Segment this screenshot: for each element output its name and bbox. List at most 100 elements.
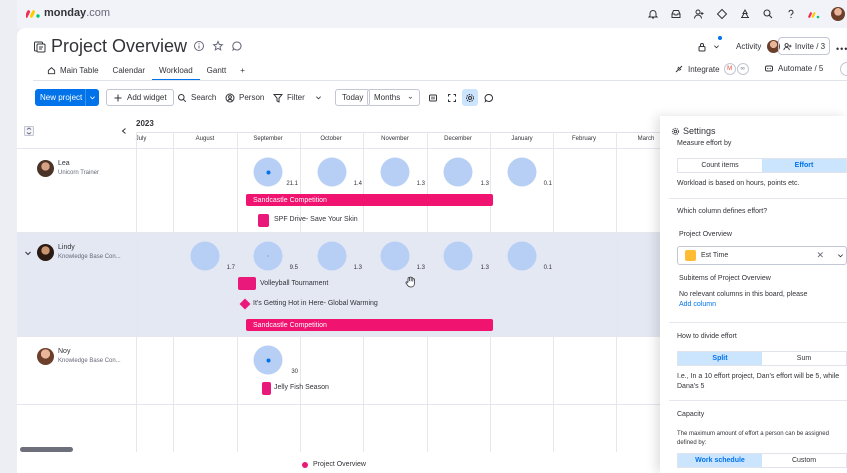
workload-circle[interactable] bbox=[253, 345, 283, 375]
monday-menu-icon[interactable] bbox=[808, 8, 820, 20]
invite-button[interactable]: Invite / 3 bbox=[778, 37, 830, 55]
workload-circle[interactable] bbox=[507, 241, 537, 271]
workload-circle[interactable] bbox=[190, 241, 220, 271]
workload-circle[interactable] bbox=[253, 157, 283, 187]
add-view-button[interactable]: + bbox=[233, 60, 252, 80]
activity-button[interactable]: Activity bbox=[697, 40, 781, 53]
row-divider bbox=[17, 232, 660, 233]
activity-indicator-dot bbox=[718, 36, 722, 40]
filter-button[interactable]: Filter bbox=[273, 89, 322, 106]
measure-effort-label: Measure effort by bbox=[677, 140, 732, 147]
avatar[interactable] bbox=[37, 244, 54, 261]
plus-icon bbox=[114, 94, 122, 101]
workload-circle[interactable] bbox=[317, 241, 347, 271]
workload-circle[interactable] bbox=[507, 157, 537, 187]
zoom-select[interactable]: Months bbox=[367, 89, 420, 106]
measure-effort-toggle: Count items Effort bbox=[677, 158, 847, 173]
chevron-left-icon[interactable] bbox=[120, 127, 128, 135]
board-title-text[interactable]: Project Overview bbox=[51, 36, 187, 57]
marketplace-icon[interactable] bbox=[739, 8, 751, 20]
number-column-icon bbox=[685, 250, 696, 261]
collapse-all-icon[interactable] bbox=[24, 126, 34, 136]
person-role: Knowledge Base Con... bbox=[58, 254, 121, 260]
apps-icon[interactable] bbox=[716, 8, 728, 20]
integrate-icon bbox=[675, 65, 683, 73]
settings-button[interactable] bbox=[462, 89, 478, 106]
monday-logo[interactable]: monday .com bbox=[26, 7, 110, 19]
view-tabs: Main Table Calendar Workload Gantt + bbox=[40, 60, 252, 81]
item-label: It's Getting Hot in Here- Global Warming bbox=[253, 300, 378, 307]
search-icon[interactable] bbox=[762, 8, 774, 20]
custom-option[interactable]: Custom bbox=[762, 454, 846, 467]
divide-effort-note-line2: Dana's 5 bbox=[677, 383, 705, 390]
clear-icon[interactable]: ✕ bbox=[816, 250, 824, 261]
info-icon[interactable] bbox=[193, 40, 205, 52]
user-avatar[interactable] bbox=[831, 7, 845, 21]
gear-icon bbox=[466, 93, 474, 102]
new-project-label: New project bbox=[40, 93, 83, 102]
robot-icon bbox=[765, 65, 773, 72]
tab-gantt[interactable]: Gantt bbox=[200, 60, 234, 80]
comments-button[interactable] bbox=[484, 89, 494, 106]
project-bar[interactable]: Sandcastle Competition bbox=[246, 319, 493, 331]
effort-option[interactable]: Effort bbox=[762, 159, 846, 172]
fullscreen-button[interactable] bbox=[447, 89, 457, 106]
tab-calendar[interactable]: Calendar bbox=[106, 60, 152, 80]
effort-column-select[interactable]: Est Time ✕ bbox=[677, 246, 847, 265]
workload-circle[interactable] bbox=[253, 241, 283, 271]
avatar[interactable] bbox=[37, 348, 54, 365]
milestone-diamond-icon[interactable] bbox=[239, 298, 251, 310]
collapse-header-button[interactable] bbox=[840, 62, 847, 76]
chevron-down-icon[interactable] bbox=[837, 252, 844, 259]
avatar[interactable] bbox=[37, 160, 54, 177]
search-button[interactable]: Search bbox=[177, 89, 216, 106]
count-items-option[interactable]: Count items bbox=[678, 159, 762, 172]
invite-label: Invite / 3 bbox=[794, 41, 826, 51]
workload-circle[interactable] bbox=[443, 241, 473, 271]
sum-option[interactable]: Sum bbox=[762, 352, 846, 365]
inbox-icon[interactable] bbox=[670, 8, 682, 20]
add-column-link[interactable]: Add column bbox=[679, 301, 716, 308]
workload-circle[interactable] bbox=[443, 157, 473, 187]
star-icon[interactable] bbox=[212, 40, 224, 52]
top-bar: monday .com bbox=[17, 0, 847, 28]
bell-icon[interactable] bbox=[647, 8, 659, 20]
hand-cursor-icon bbox=[405, 276, 415, 288]
project-bar[interactable]: Sandcastle Competition bbox=[246, 194, 493, 206]
workload-value: 1.3 bbox=[480, 265, 489, 271]
automate-button[interactable]: Automate / 5 bbox=[764, 63, 823, 73]
export-button[interactable] bbox=[428, 89, 438, 106]
tab-workload[interactable]: Workload bbox=[152, 60, 200, 81]
split-option[interactable]: Split bbox=[678, 352, 762, 365]
chat-icon[interactable] bbox=[231, 40, 243, 52]
workload-value: 1.3 bbox=[480, 181, 489, 187]
filter-label: Filter bbox=[287, 93, 305, 102]
measure-effort-note: Workload is based on hours, points etc. bbox=[677, 180, 800, 187]
workload-circle[interactable] bbox=[317, 157, 347, 187]
capacity-label: Capacity bbox=[677, 411, 705, 418]
person-filter-button[interactable]: Person bbox=[225, 89, 264, 106]
today-button[interactable]: Today bbox=[335, 89, 371, 106]
workload-circle[interactable] bbox=[380, 241, 410, 271]
horizontal-scrollbar[interactable] bbox=[20, 447, 73, 452]
chevron-down-icon bbox=[90, 96, 95, 100]
tab-main-table[interactable]: Main Table bbox=[40, 60, 106, 80]
workload-circle[interactable] bbox=[380, 157, 410, 187]
more-options-icon[interactable]: ••• bbox=[836, 44, 847, 54]
integrate-button[interactable]: Integrate M ∞ bbox=[674, 63, 749, 75]
item-marker[interactable] bbox=[262, 382, 271, 395]
invite-members-icon[interactable] bbox=[693, 8, 705, 20]
workload-dot bbox=[266, 170, 270, 174]
month-label: July bbox=[135, 136, 147, 142]
item-marker[interactable] bbox=[238, 277, 256, 290]
item-marker[interactable] bbox=[258, 214, 269, 227]
add-widget-button[interactable]: Add widget bbox=[106, 89, 174, 106]
fullscreen-icon bbox=[448, 93, 456, 102]
work-schedule-option[interactable]: Work schedule bbox=[678, 454, 762, 467]
new-project-dropdown[interactable] bbox=[85, 89, 99, 106]
new-project-button[interactable]: New project bbox=[35, 89, 99, 106]
lock-icon[interactable] bbox=[697, 42, 707, 52]
help-icon[interactable] bbox=[785, 8, 797, 20]
chevron-down-icon[interactable] bbox=[24, 249, 32, 257]
person-role: Unicorn Trainer bbox=[58, 170, 100, 176]
